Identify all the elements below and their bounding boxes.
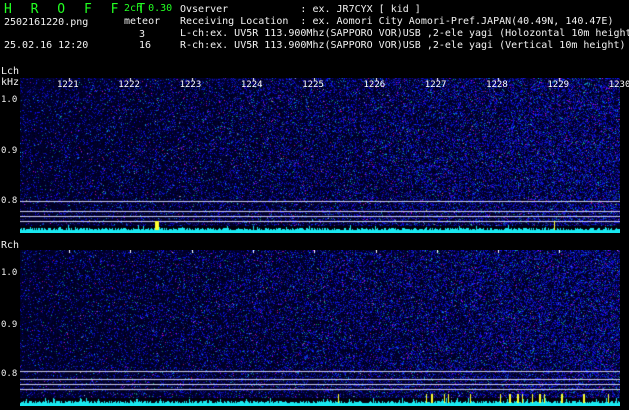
timestamp-label: 25.02.16 12:20	[4, 40, 89, 51]
time-tick-1227: 1227	[424, 80, 447, 90]
location-line: Receiving Location : ex. Aomori City Aom…	[180, 16, 614, 27]
lch-label: Lch	[1, 66, 20, 77]
filename-label: 2502161220.png	[4, 17, 89, 28]
lch-ytick-1-0: 1.0	[1, 95, 18, 105]
rch-spectrogram	[20, 250, 620, 406]
time-tick-1226: 1226	[363, 80, 386, 90]
time-tick-1229: 1229	[547, 80, 570, 90]
meteor-label: meteor	[124, 16, 161, 27]
lch-spectrogram	[20, 78, 620, 233]
rch-equipment-line: R-ch:ex. UV5R 113.900Mhz(SAPPORO VOR)USB…	[180, 40, 626, 51]
rch-ytick-0-8: 0.8	[1, 369, 18, 379]
time-tick-1228: 1228	[486, 80, 508, 90]
lch-ytick-0-9: 0.9	[1, 146, 18, 156]
khz-label: kHz	[1, 77, 20, 88]
time-tick-1224: 1224	[240, 80, 263, 90]
lch-spectrogram-canvas	[20, 78, 620, 233]
meteor-count-rch: 16	[139, 40, 152, 51]
rch-spectrogram-canvas	[20, 250, 620, 406]
rch-ytick-0-9: 0.9	[1, 320, 18, 330]
time-tick-1225: 1225	[302, 80, 324, 90]
version-label: 2ch 0.30	[124, 3, 173, 14]
rch-label: Rch	[1, 240, 20, 251]
lch-ytick-0-8: 0.8	[1, 196, 18, 206]
time-tick-1223: 1223	[179, 80, 202, 90]
time-tick-1230: 1230	[608, 80, 629, 90]
time-tick-1221: 1221	[57, 80, 79, 90]
lch-equipment-line: L-ch:ex. UV5R 113.900Mhz(SAPPORO VOR)USB…	[180, 28, 629, 39]
time-tick-1222: 1222	[118, 80, 140, 90]
rch-ytick-1-0: 1.0	[1, 268, 18, 278]
observer-line: Ovserver : ex. JR7CYX [ kid ]	[180, 4, 421, 15]
hrofft-window: H R O F F T 2ch 0.30 2502161220.png mete…	[0, 0, 629, 410]
